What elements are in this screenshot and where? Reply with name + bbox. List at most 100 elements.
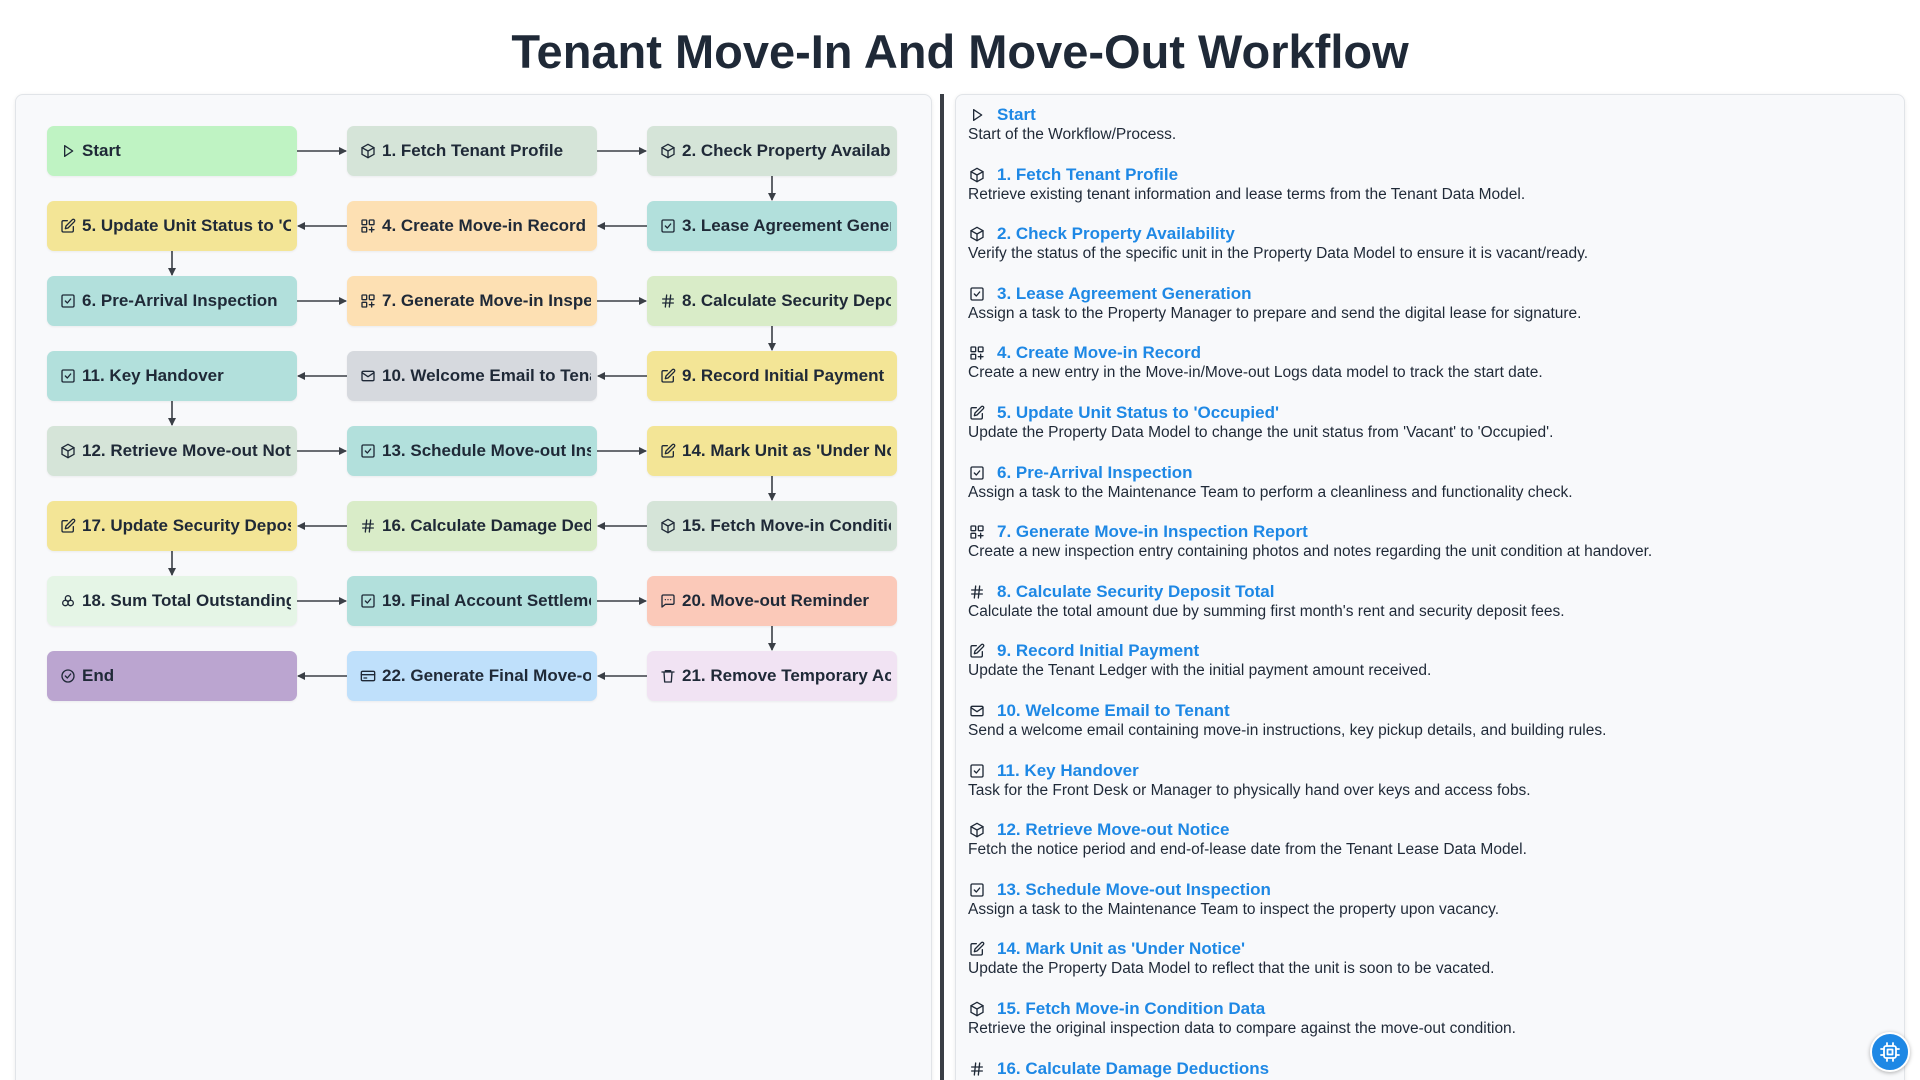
step-detail-title[interactable]: 6. Pre-Arrival Inspection [997,463,1193,483]
step-detail-title[interactable]: 2. Check Property Availability [997,224,1235,244]
flow-node-n20[interactable]: 20. Move-out Reminder [647,576,897,626]
step-detail-item: 6. Pre-Arrival Inspection Assign a task t… [968,463,1894,502]
card-icon [359,668,376,685]
flow-node-label: 22. Generate Final Move-out Statement [382,666,591,685]
flow-node-label: 9. Record Initial Payment [682,366,885,385]
step-detail-title[interactable]: 3. Lease Agreement Generation [997,284,1251,304]
flow-node-n12[interactable]: 12. Retrieve Move-out Notice [47,426,297,476]
step-detail-title[interactable]: 7. Generate Move-in Inspection Report [997,522,1308,542]
checkbox-icon [59,293,76,310]
flow-node-n17[interactable]: 17. Update Security Deposit [47,501,297,551]
cube-icon [359,143,376,160]
step-detail-title[interactable]: 16. Calculate Damage Deductions [997,1059,1269,1079]
step-detail-title[interactable]: 14. Mark Unit as 'Under Notice' [997,939,1245,959]
flow-node-label: 16. Calculate Damage Deductions [382,516,591,535]
step-detail-description: Update the Property Data Model to change… [968,424,1554,441]
step-detail-title[interactable]: 11. Key Handover [997,761,1139,781]
edit-icon [659,443,676,460]
flow-node-label: 15. Fetch Move-in Condition Data [682,516,891,535]
panel-divider[interactable] [940,94,944,1080]
edit-icon [659,368,676,385]
step-detail-description: Assign a task to the Property Manager to… [968,304,1582,322]
step-detail-title[interactable]: 15. Fetch Move-in Condition Data [997,999,1265,1019]
flow-node-n3[interactable]: 3. Lease Agreement Generation [647,201,897,251]
step-detail-description: Create a new entry in the Move-in/Move-o… [968,364,1543,382]
cube-icon [659,518,676,535]
step-detail-title[interactable]: 1. Fetch Tenant Profile [997,165,1178,185]
flow-node-n11[interactable]: 11. Key Handover [47,351,297,401]
sum-icon [59,593,76,610]
flow-node-end[interactable]: End [47,651,297,701]
checkbox-icon [968,285,986,303]
step-detail-item: Start Start of the Workflow/Process. [968,105,1894,144]
flow-node-n22[interactable]: 22. Generate Final Move-out Statement [347,651,597,701]
grid-plus-icon [359,218,376,235]
flow-node-n15[interactable]: 15. Fetch Move-in Condition Data [647,501,897,551]
page-title: Tenant Move-In And Move-Out Workflow [511,25,1409,78]
step-detail-item: 16. Calculate Damage Deductions [968,1059,1894,1080]
step-detail-title[interactable]: 5. Update Unit Status to 'Occupied' [997,403,1279,423]
flow-node-n6[interactable]: 6. Pre-Arrival Inspection [47,276,297,326]
flow-node-n14[interactable]: 14. Mark Unit as 'Under Notice' [647,426,897,476]
step-detail-title[interactable]: 10. Welcome Email to Tenant [997,701,1230,721]
step-detail-item: 4. Create Move-in Record Create a new ent… [968,343,1894,382]
checkbox-icon [968,464,986,482]
flow-node-n18[interactable]: 18. Sum Total Outstanding [47,576,297,626]
flow-node-n1[interactable]: 1. Fetch Tenant Profile [347,126,597,176]
mail-icon [359,368,376,385]
step-detail-title[interactable]: 12. Retrieve Move-out Notice [997,820,1229,840]
step-detail-description: Fetch the notice period and end-of-lease… [968,841,1527,859]
step-detail-title[interactable]: 8. Calculate Security Deposit Total [997,582,1274,602]
step-detail-title[interactable]: Start [997,105,1036,125]
step-detail-item: 14. Mark Unit as 'Under Notice' Update th… [968,939,1894,978]
flow-node-n4[interactable]: 4. Create Move-in Record [347,201,597,251]
step-detail-item: 15. Fetch Move-in Condition Data Retrieve… [968,999,1894,1038]
step-detail-item: 2. Check Property Availability Verify the… [968,224,1894,263]
flow-node-label: 21. Remove Temporary Access [682,666,891,685]
step-detail-description: Create a new inspection entry containing… [968,543,1653,561]
step-detail-description: Send a welcome email containing move-in … [968,722,1607,739]
step-detail-description: Assign a task to the Maintenance Team to… [968,900,1500,918]
step-detail-title[interactable]: 9. Record Initial Payment [997,641,1199,661]
flow-node-n19[interactable]: 19. Final Account Settlement [347,576,597,626]
flow-node-n2[interactable]: 2. Check Property Availability [647,126,897,176]
assistant-button[interactable] [1870,1032,1910,1072]
cpu-icon [1878,1040,1902,1064]
grid-plus-icon [968,523,986,541]
flow-node-label: 11. Key Handover [82,366,224,385]
step-detail-item: 11. Key Handover Task for the Front Desk … [968,761,1894,800]
step-detail-description: Retrieve the original inspection data to… [968,1020,1516,1037]
flow-node-n10[interactable]: 10. Welcome Email to Tenant [347,351,597,401]
checkbox-icon [968,762,986,780]
flow-node-n7[interactable]: 7. Generate Move-in Inspection Report [347,276,597,326]
flow-node-n21[interactable]: 21. Remove Temporary Access [647,651,897,701]
step-detail-item: 12. Retrieve Move-out Notice Fetch the no… [968,820,1894,859]
step-detail-item: 8. Calculate Security Deposit Total Calcu… [968,582,1894,621]
cube-icon [659,143,676,160]
hash-icon [968,1060,986,1078]
flow-node-start[interactable]: Start [47,126,297,176]
grid-plus-icon [359,293,376,310]
cube-icon [968,1000,986,1018]
check-circle-icon [59,668,76,685]
step-detail-description: Update the Tenant Ledger with the initia… [968,662,1432,680]
flow-node-n9[interactable]: 9. Record Initial Payment [647,351,897,401]
flow-node-n8[interactable]: 8. Calculate Security Deposit Total [647,276,897,326]
edit-icon [968,404,986,422]
flow-node-label: 18. Sum Total Outstanding [82,591,291,610]
checkbox-icon [659,218,676,235]
step-detail-item: 10. Welcome Email to Tenant Send a welcom… [968,701,1894,740]
cube-icon [968,225,986,243]
step-detail-description: Verify the status of the specific unit i… [968,245,1589,263]
flow-node-n16[interactable]: 16. Calculate Damage Deductions [347,501,597,551]
step-detail-title[interactable]: 13. Schedule Move-out Inspection [997,880,1271,900]
flow-node-n13[interactable]: 13. Schedule Move-out Inspection [347,426,597,476]
step-detail-item: 13. Schedule Move-out Inspection Assign a… [968,880,1894,919]
cube-icon [968,166,986,184]
flow-node-label: 12. Retrieve Move-out Notice [82,441,291,460]
step-detail-title[interactable]: 4. Create Move-in Record [997,343,1201,363]
step-detail-item: 3. Lease Agreement Generation Assign a ta… [968,284,1894,323]
checkbox-icon [359,593,376,610]
flow-node-n5[interactable]: 5. Update Unit Status to 'Occupied' [47,201,297,251]
play-icon [968,106,986,124]
